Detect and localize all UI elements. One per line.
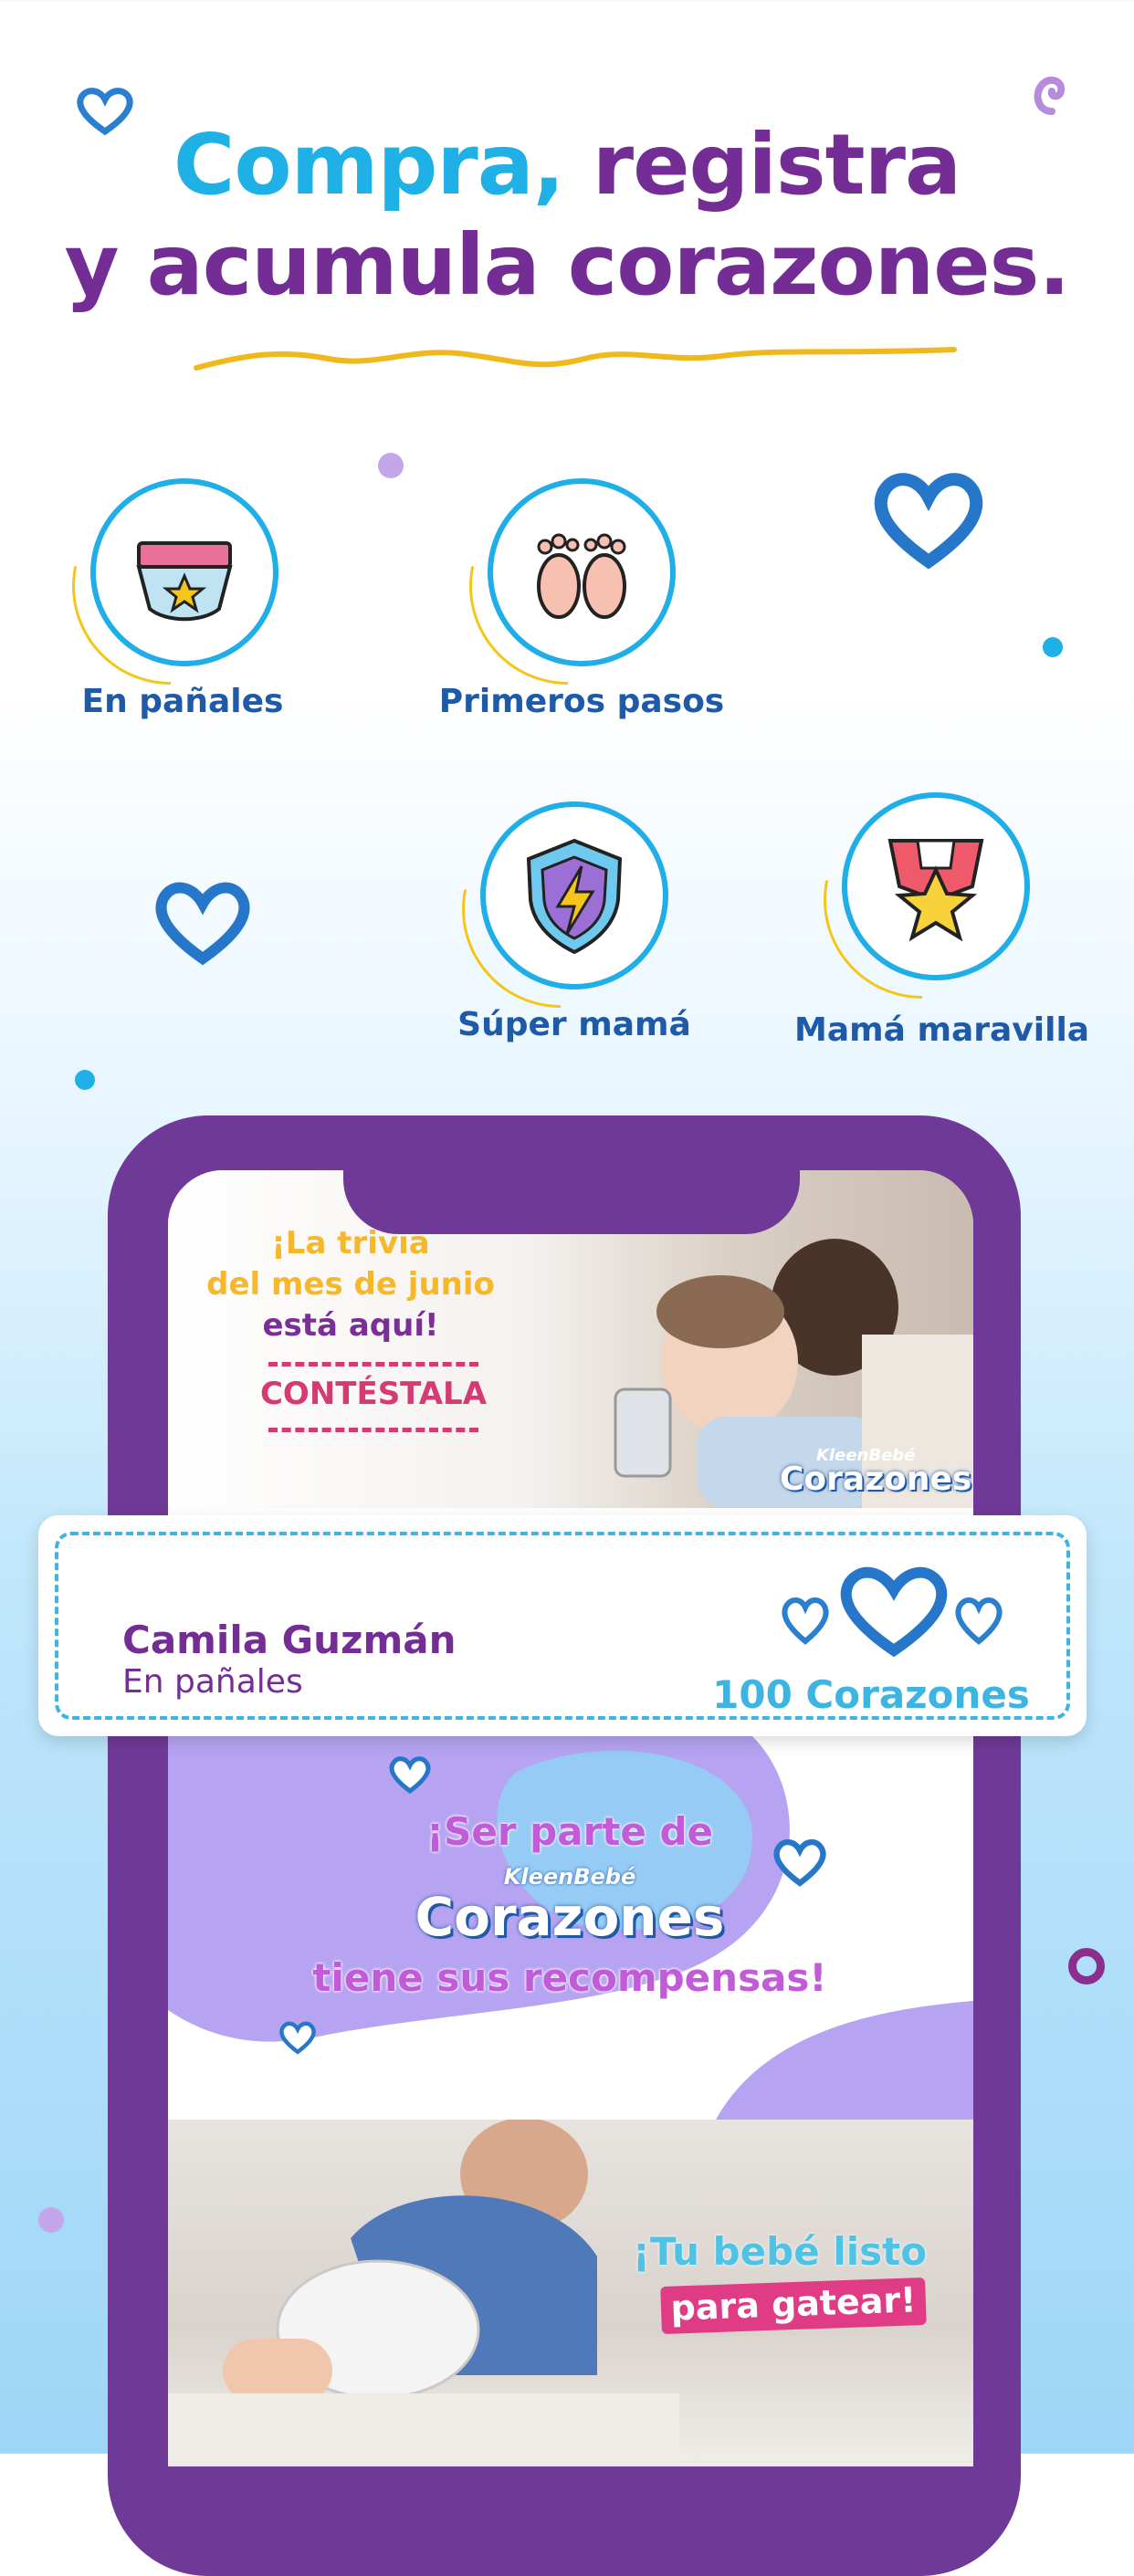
decor-dot xyxy=(75,1070,95,1090)
heart-icon xyxy=(773,1838,826,1887)
rewards-line2: tiene sus recompensas! xyxy=(312,1955,827,2000)
trivia-line2: del mes de junio xyxy=(206,1266,495,1303)
lightning-shield-icon xyxy=(526,838,623,955)
trivia-cta[interactable]: CONTÉSTALA xyxy=(259,1376,488,1412)
level-badge-medal[interactable] xyxy=(824,781,1041,999)
heart-outline-icon xyxy=(155,882,250,966)
hearts-count: 100 Corazones xyxy=(712,1672,1030,1717)
brand-logo: Corazones xyxy=(780,1461,972,1498)
level-badge-shield[interactable] xyxy=(462,791,679,1008)
level-label: Súper mamá xyxy=(457,1006,691,1043)
divider-dashes xyxy=(268,1428,478,1432)
rewards-line1: ¡Ser parte de xyxy=(425,1809,714,1854)
squiggle-underline xyxy=(194,347,957,371)
trivia-line3: está aquí! xyxy=(262,1307,439,1344)
crawling-baby-photo xyxy=(168,2120,679,2466)
decor-dot xyxy=(378,453,404,478)
heart-icon xyxy=(279,2021,316,2055)
level-badge-diaper[interactable] xyxy=(72,467,289,685)
crawl-banner[interactable]: ¡Tu bebé listo para gatear! xyxy=(168,2120,973,2466)
brand-logo: Corazones xyxy=(415,1886,725,1948)
user-card[interactable]: Camila Guzmán En pañales 100 Corazones xyxy=(38,1515,1087,1736)
headline: Compra, registra y acumula corazones. xyxy=(0,115,1134,316)
star-medal-icon xyxy=(887,839,984,942)
crawl-line1: ¡Tu bebé listo xyxy=(632,2229,928,2274)
heart-icon xyxy=(389,1756,431,1795)
diaper-icon xyxy=(136,541,233,622)
level-badge-feet[interactable] xyxy=(469,467,687,685)
decor-dot xyxy=(1043,637,1063,657)
heart-outline-icon xyxy=(874,473,983,570)
divider-dashes xyxy=(268,1362,478,1367)
headline-part2: registra xyxy=(592,116,961,214)
phone-screen: ¡La trivia del mes de junio está aquí! C… xyxy=(168,1170,973,2466)
hearts-icon xyxy=(782,1566,1003,1658)
user-level: En pañales xyxy=(122,1663,303,1701)
level-label: Mamá maravilla xyxy=(794,1011,1090,1049)
headline-part1: Compra, xyxy=(173,116,565,214)
headline-line2: y acumula corazones. xyxy=(64,216,1071,314)
user-name: Camila Guzmán xyxy=(122,1618,457,1662)
decor-ring xyxy=(1068,1948,1105,1984)
level-label: Primeros pasos xyxy=(438,683,725,720)
level-label: En pañales xyxy=(81,683,284,720)
baby-feet-icon xyxy=(537,533,626,619)
decor-dot xyxy=(38,2207,64,2233)
rewards-banner[interactable]: ¡Ser parte de KleenBebé Corazones tiene … xyxy=(168,1736,973,2120)
swirl-icon xyxy=(1034,76,1066,115)
phone-notch xyxy=(343,1115,800,1234)
